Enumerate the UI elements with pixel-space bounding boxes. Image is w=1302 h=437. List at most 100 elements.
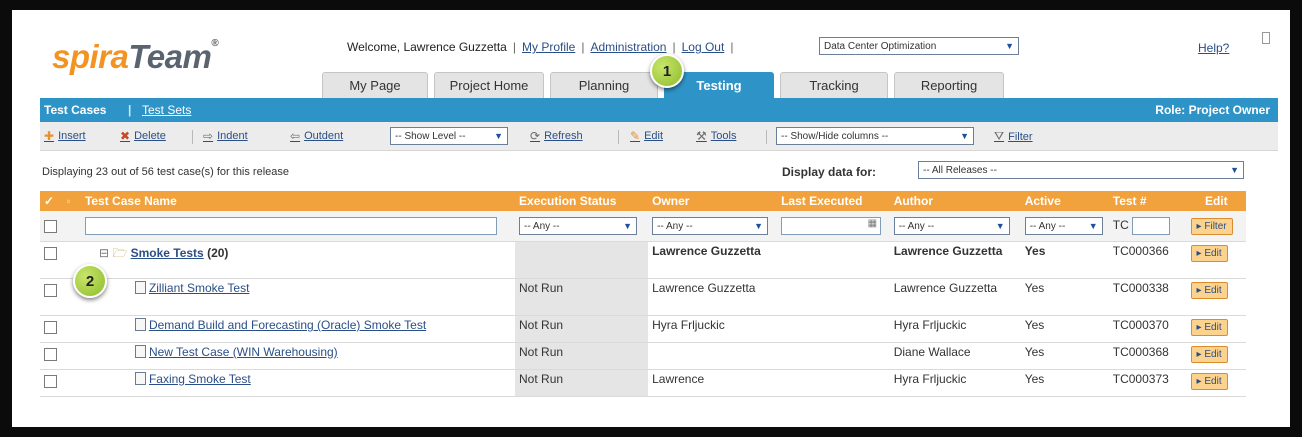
edit-row-button[interactable]: ▸ Edit — [1190, 282, 1228, 299]
filter-label: Filter — [1008, 130, 1033, 143]
indent-icon: ⇨ — [203, 129, 214, 143]
logo-team: Team — [128, 38, 212, 75]
outdent-label: Outdent — [304, 130, 344, 142]
owner-cell: Lawrence Guzzetta — [648, 241, 778, 279]
section-bar: Test Cases | Test Sets Role: Project Own… — [40, 98, 1278, 122]
edit-row-label: Edit — [1204, 322, 1222, 333]
edit-row-label: Edit — [1204, 349, 1222, 360]
tab-tracking[interactable]: Tracking — [780, 72, 888, 98]
tools-button[interactable]: ⚒ Tools — [696, 129, 736, 143]
tab-reporting[interactable]: Reporting — [894, 72, 1004, 98]
edit-row-button[interactable]: ▸ Edit — [1190, 245, 1228, 262]
chevron-down-icon: ▼ — [995, 221, 1005, 231]
spirateam-logo[interactable]: spiraTeam® — [52, 38, 219, 76]
status-filter-select[interactable]: -- Any -- ▼ — [519, 217, 638, 235]
col-header-name[interactable]: Test Case Name — [80, 191, 516, 211]
status-cell: Not Run — [515, 278, 649, 316]
administration-link[interactable]: Administration — [590, 40, 666, 54]
checkbox[interactable] — [44, 284, 57, 297]
show-level-select[interactable]: -- Show Level -- ▼ — [390, 127, 508, 145]
edit-row-button[interactable]: ▸ Edit — [1190, 346, 1228, 363]
test-cases-link[interactable]: Test Cases — [44, 103, 106, 117]
show-hide-columns-select[interactable]: -- Show/Hide columns -- ▼ — [776, 127, 974, 145]
owner-cell: Lawrence Guzzetta — [648, 278, 778, 316]
insert-button[interactable]: ✚ Insert — [44, 129, 86, 143]
checkbox[interactable] — [44, 219, 57, 233]
edit-row-button[interactable]: ▸ Edit — [1190, 373, 1228, 390]
test-case-link[interactable]: Demand Build and Forecasting (Oracle) Sm… — [149, 318, 426, 332]
owner-filter-select[interactable]: -- Any -- ▼ — [652, 217, 769, 235]
checkbox[interactable] — [44, 321, 57, 334]
tab-label: Planning — [578, 78, 630, 93]
chevron-down-icon: ▼ — [1005, 41, 1014, 51]
test-number-filter-input[interactable] — [1132, 217, 1171, 235]
chevron-down-icon: ▼ — [960, 131, 969, 141]
edit-button[interactable]: ✎ Edit — [630, 129, 663, 143]
tab-my-page[interactable]: My Page — [322, 72, 428, 98]
project-select[interactable]: Data Center Optimization ▼ — [819, 37, 1019, 55]
col-header-status[interactable]: Execution Status — [515, 191, 649, 211]
author-cell: Lawrence Guzzetta — [889, 278, 1021, 316]
filter-button[interactable]: ⛛ Filter — [994, 129, 1033, 144]
author-cell: Hyra Frljuckic — [889, 369, 1021, 397]
scrollbar-handle[interactable] — [1262, 32, 1270, 44]
callout-badge-1: 1 — [650, 54, 684, 88]
test-case-link[interactable]: New Test Case (WIN Warehousing) — [149, 345, 338, 359]
refresh-icon: ⟳ — [530, 129, 541, 143]
tab-label: Project Home — [449, 78, 529, 93]
col-header-edit: Edit — [1186, 191, 1246, 211]
edit-row-button[interactable]: ▸ Edit — [1190, 319, 1228, 336]
tab-label: My Page — [349, 78, 401, 93]
tools-label: Tools — [710, 130, 737, 142]
outdent-button[interactable]: ⇦ Outdent — [290, 129, 343, 143]
checkbox[interactable] — [44, 348, 57, 361]
callout-number: 1 — [662, 62, 672, 80]
owner-cell: Hyra Frljuckic — [648, 315, 778, 343]
col-header-owner[interactable]: Owner — [648, 191, 778, 211]
outdent-icon: ⇦ — [290, 129, 301, 143]
test-case-link[interactable]: Faxing Smoke Test — [149, 372, 251, 386]
checkbox[interactable] — [44, 247, 57, 260]
log-out-link[interactable]: Log Out — [682, 40, 725, 54]
col-header-author[interactable]: Author — [889, 191, 1021, 211]
author-filter-select[interactable]: -- Any -- ▼ — [893, 217, 1010, 235]
status-cell: Not Run — [515, 342, 649, 370]
calendar-icon[interactable]: ▦ — [868, 218, 877, 229]
indent-button[interactable]: ⇨ Indent — [203, 129, 248, 143]
release-select[interactable]: -- All Releases -- ▼ — [918, 161, 1244, 179]
author-cell: Hyra Frljuckic — [889, 315, 1021, 343]
role-label: Role: Project Owner — [1155, 103, 1270, 117]
checkbox[interactable] — [44, 375, 57, 388]
apply-filter-label: Filter — [1204, 221, 1227, 232]
tab-project-home[interactable]: Project Home — [434, 72, 544, 98]
delete-button[interactable]: ✖ Delete — [120, 129, 166, 143]
tab-planning[interactable]: Planning — [550, 72, 658, 98]
tab-label: Testing — [696, 78, 742, 93]
col-header-last-executed[interactable]: Last Executed — [777, 191, 890, 211]
folder-name-link[interactable]: Smoke Tests — [131, 246, 204, 260]
help-link[interactable]: Help? — [1198, 41, 1229, 55]
delete-label: Delete — [134, 130, 166, 142]
test-case-link[interactable]: Zilliant Smoke Test — [149, 281, 249, 295]
apply-filter-button[interactable]: ▸ Filter — [1190, 218, 1233, 235]
edit-row-label: Edit — [1204, 285, 1222, 296]
refresh-button[interactable]: ⟳ Refresh — [530, 129, 583, 143]
chevron-down-icon: ▼ — [1088, 221, 1098, 231]
select-all-check[interactable]: ✓ — [40, 191, 63, 211]
test-sets-link[interactable]: Test Sets — [142, 103, 191, 117]
col-header-test-number[interactable]: Test # — [1108, 191, 1187, 211]
active-cell: Yes — [1020, 241, 1109, 279]
edit-row-label: Edit — [1204, 248, 1222, 259]
table-row: New Test Case (WIN Warehousing) Not Run … — [40, 342, 1246, 370]
last-executed-filter-input[interactable]: ▦ — [781, 217, 882, 235]
author-cell: Lawrence Guzzetta — [889, 241, 1021, 279]
collapse-icon[interactable]: ⊟ — [99, 246, 109, 260]
record-count-text: Displaying 23 out of 56 test case(s) for… — [42, 166, 290, 178]
tc-prefix: TC — [1112, 218, 1129, 233]
col-header-active[interactable]: Active — [1020, 191, 1109, 211]
name-filter-input[interactable] — [84, 217, 497, 235]
test-number-cell: TC000366 — [1108, 241, 1187, 279]
my-profile-link[interactable]: My Profile — [522, 40, 575, 54]
active-filter-select[interactable]: -- Any -- ▼ — [1024, 217, 1103, 235]
indent-label: Indent — [217, 130, 248, 142]
